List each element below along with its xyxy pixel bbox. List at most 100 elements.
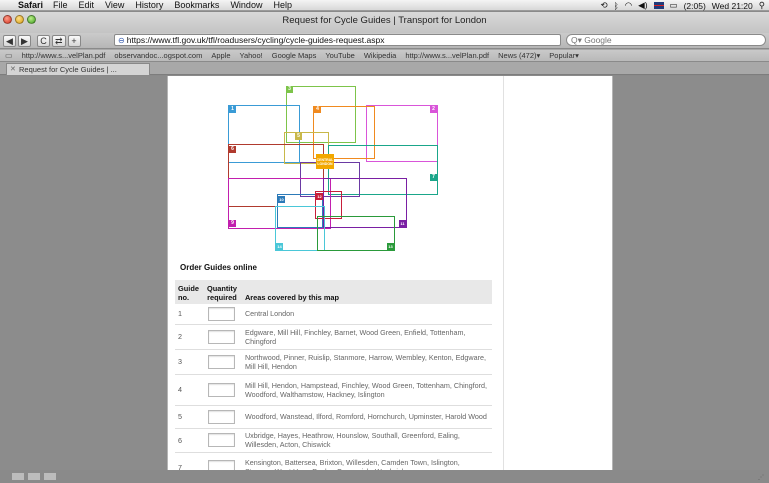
web-viewport[interactable]: 3 1 2 4 5 6 7 8 9 10 11 12 13 14 CENTRAL…	[0, 76, 769, 470]
address-url[interactable]: https://www.tfl.gov.uk/tfl/roadusers/cyc…	[127, 35, 385, 46]
quantity-cell	[201, 428, 242, 453]
quantity-input-guide-4[interactable]	[208, 382, 236, 397]
quantity-input-guide-1[interactable]	[208, 306, 236, 321]
quantity-input-guide-6[interactable]	[208, 433, 236, 447]
header-areas: Areas covered by this map	[241, 280, 492, 304]
map-zone-label: 4	[314, 106, 321, 113]
bookmark-item[interactable]: Wikipedia	[364, 51, 397, 60]
central-label-line2: LONDON	[317, 162, 333, 166]
time-machine-icon[interactable]: ⟲	[601, 0, 608, 11]
menu-window[interactable]: Window	[230, 0, 262, 10]
quantity-input-guide-3[interactable]	[208, 354, 236, 369]
forward-button[interactable]: ▶	[18, 34, 31, 47]
address-bar[interactable]: ⊖ https://www.tfl.gov.uk/tfl/roadusers/c…	[114, 34, 561, 46]
tab-label: Request for Cycle Guides | ...	[19, 65, 117, 74]
map-zone-label: 7	[430, 174, 437, 181]
clock[interactable]: Wed 21:20	[712, 1, 753, 11]
volume-icon[interactable]: ◀)	[638, 0, 647, 11]
close-window-button[interactable]	[3, 15, 12, 24]
wifi-icon[interactable]: ◠	[625, 0, 632, 11]
menu-edit[interactable]: Edit	[79, 0, 95, 10]
quantity-input-guide-7[interactable]	[208, 460, 236, 470]
guide-number: 5	[175, 405, 202, 429]
bookmark-item[interactable]: Apple	[211, 51, 230, 60]
bookmarks-book-icon[interactable]: ▭	[5, 51, 13, 60]
quantity-input-guide-5[interactable]	[208, 409, 236, 424]
reload-button[interactable]: C	[37, 34, 50, 47]
guide-number: 3	[175, 349, 202, 375]
spotlight-search-icon[interactable]: ⚲	[759, 0, 765, 11]
battery-status[interactable]: (2:05)	[684, 1, 706, 11]
quantity-input-guide-2[interactable]	[208, 329, 236, 344]
bookmark-item[interactable]: Popular▾	[549, 51, 579, 60]
map-zone-label: 12	[316, 193, 323, 200]
guide-number: 2	[175, 324, 202, 350]
bookmark-item[interactable]: News (472)▾	[498, 51, 540, 60]
header-guide-no: Guide no.	[175, 280, 202, 304]
table-row: 6 Uxbridge, Hayes, Heathrow, Hounslow, S…	[175, 428, 492, 453]
bookmark-item[interactable]: observandoc...ogspot.com	[114, 51, 202, 60]
dock-strip	[0, 470, 769, 483]
areas-text: Uxbridge, Hayes, Heathrow, Hounslow, Sou…	[241, 428, 492, 453]
snapback-icon[interactable]: ⇄	[52, 34, 66, 47]
map-zone-label: 6	[229, 146, 236, 153]
map-zone-label: 9	[229, 220, 236, 227]
add-bookmark-button[interactable]: +	[67, 34, 81, 47]
guide-number: 1	[175, 304, 202, 325]
input-source-flag-icon[interactable]	[653, 2, 664, 9]
bluetooth-icon[interactable]: ᛒ	[614, 1, 619, 11]
bookmark-item[interactable]: YouTube	[325, 51, 354, 60]
cycle-guides-order-table: Guide no. Quantity required Areas covere…	[175, 280, 492, 470]
areas-text: Northwood, Pinner, Ruislip, Stanmore, Ha…	[241, 349, 492, 375]
order-guides-heading: Order Guides online	[180, 263, 257, 272]
central-london-marker[interactable]: CENTRAL LONDON	[316, 154, 334, 169]
map-zone-label: 3	[286, 86, 293, 93]
back-button[interactable]: ◀	[3, 34, 16, 47]
globe-icon: ⊖	[118, 35, 125, 45]
dock-item[interactable]	[28, 473, 40, 480]
window-title-bar: Request for Cycle Guides | Transport for…	[0, 12, 769, 34]
battery-icon[interactable]: ▭	[670, 0, 678, 11]
table-row: 1 Central London	[175, 304, 492, 325]
map-zone-label: 11	[399, 220, 406, 227]
dock-item[interactable]	[44, 473, 56, 480]
guide-number: 6	[175, 428, 202, 453]
cycle-guides-map[interactable]: 3 1 2 4 5 6 7 8 9 10 11 12 13 14 CENTRAL…	[228, 86, 444, 251]
menu-bookmarks[interactable]: Bookmarks	[174, 0, 219, 10]
menu-file[interactable]: File	[53, 0, 68, 10]
bookmark-item[interactable]: Google Maps	[272, 51, 317, 60]
browser-toolbar: ◀ ▶ C ⇄ + ⊖ https://www.tfl.gov.uk/tfl/r…	[0, 33, 769, 48]
quantity-cell	[201, 374, 242, 406]
map-zone-13[interactable]	[317, 216, 395, 251]
status-area: ⟲ ᛒ ◠ ◀) ▭ (2:05) Wed 21:20 ⚲	[601, 0, 765, 11]
menu-help[interactable]: Help	[273, 0, 292, 10]
map-zone-label: 14	[276, 243, 283, 250]
quantity-cell	[201, 324, 242, 350]
resize-grip-icon[interactable]: ⋰	[758, 474, 764, 481]
map-zone-label: 2	[430, 106, 437, 113]
areas-text: Mill Hill, Hendon, Hampstead, Finchley, …	[241, 374, 492, 406]
areas-text: Woodford, Wanstead, Ilford, Romford, Hor…	[241, 405, 492, 429]
map-zone-label: 13	[387, 243, 394, 250]
table-row: 4 Mill Hill, Hendon, Hampstead, Finchley…	[175, 374, 492, 406]
areas-text: Central London	[241, 304, 492, 325]
window-title: Request for Cycle Guides | Transport for…	[282, 15, 487, 26]
guide-number: 7	[175, 452, 202, 470]
menu-bar: Safari File Edit View History Bookmarks …	[0, 0, 769, 11]
table-row: 7 Kensington, Battersea, Brixton, Willes…	[175, 452, 492, 470]
minimize-window-button[interactable]	[15, 15, 24, 24]
dock-item[interactable]	[12, 473, 24, 480]
close-tab-icon[interactable]: ✕	[10, 64, 16, 75]
areas-text: Edgware, Mill Hill, Finchley, Barnet, Wo…	[241, 324, 492, 350]
menu-app-name[interactable]: Safari	[18, 0, 43, 10]
bookmark-item[interactable]: http://www.s...velPlan.pdf	[405, 51, 489, 60]
map-zone-label: 1	[229, 106, 236, 113]
quantity-cell	[201, 405, 242, 429]
bookmark-item[interactable]: Yahoo!	[240, 51, 263, 60]
tab-cycle-guides[interactable]: ✕ Request for Cycle Guides | ...	[6, 63, 150, 75]
zoom-window-button[interactable]	[27, 15, 36, 24]
search-input[interactable]: Q▾ Google	[566, 34, 766, 46]
bookmark-item[interactable]: http://www.s...velPlan.pdf	[22, 51, 106, 60]
menu-history[interactable]: History	[135, 0, 163, 10]
menu-view[interactable]: View	[105, 0, 124, 10]
